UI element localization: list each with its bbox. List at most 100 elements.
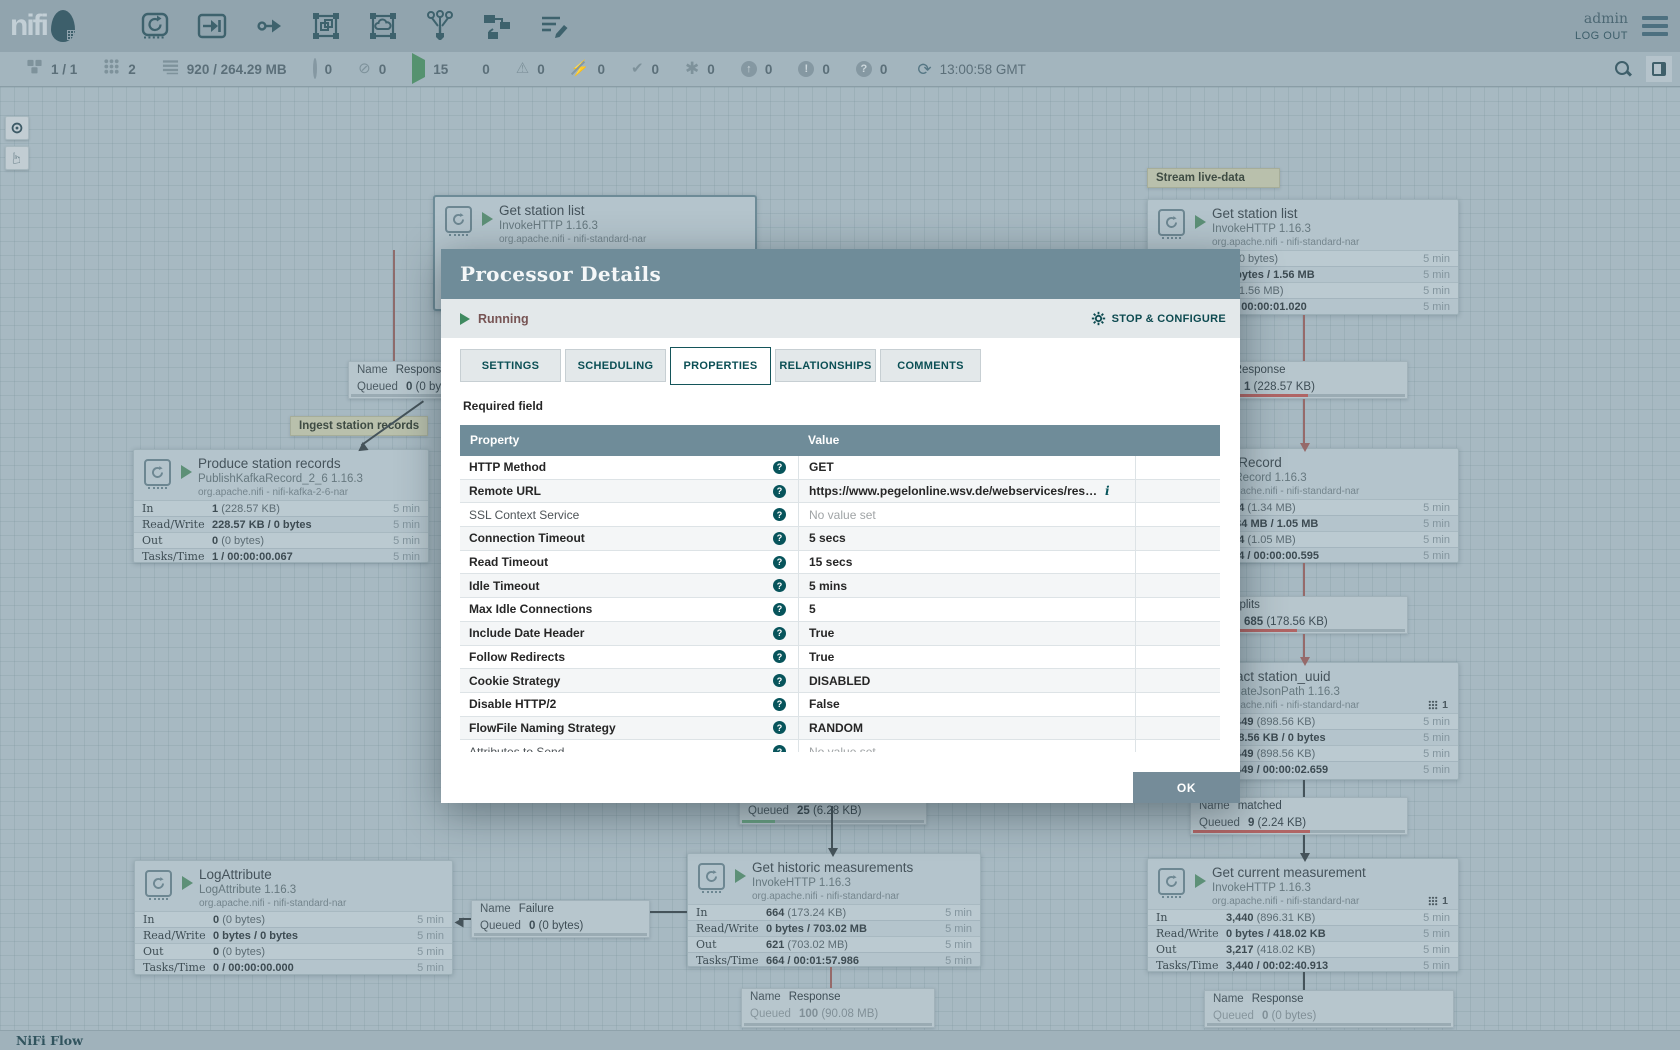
processor-get-historic-measurements[interactable]: Get historic measurementsInvokeHTTP 1.16… [687,853,981,967]
processor-type-icon [698,863,725,890]
help-icon[interactable]: ? [773,698,786,711]
status-count: 1 / 1 [51,62,77,77]
tab-settings[interactable]: SETTINGS [460,349,561,382]
connection-line[interactable] [1303,315,1305,361]
property-value[interactable]: No value set [809,508,876,522]
property-value[interactable]: No value set [809,745,876,752]
process-group-tool-icon[interactable] [309,9,343,43]
processor-bundle: org.apache.nifi - nifi-standard-nar [1212,896,1359,907]
canvas-label-ingest-station-records[interactable]: Ingest station records [290,416,428,436]
connection-line[interactable] [1303,399,1305,445]
help-icon[interactable]: ? [773,603,786,616]
running-state-icon [1195,215,1206,229]
connection-queued: Queued25 (6.28 KB) [740,803,926,820]
connection-name: NameResponse [1205,991,1453,1008]
tab-comments[interactable]: COMMENTS [880,349,981,382]
processor-name: Get station list [1212,206,1298,221]
app-header: nifi admin LOG OUT [0,0,1680,52]
remote-process-group-tool-icon[interactable] [366,9,400,43]
processor-get-current-measurement[interactable]: Get current measurementInvokeHTTP 1.16.3… [1147,858,1459,972]
property-value[interactable]: https://www.pegelonline.wsv.de/webservic… [809,484,1099,498]
refresh-icon[interactable]: ⟳ [917,61,931,78]
tab-relationships[interactable]: RELATIONSHIPS [775,349,876,382]
connection-line[interactable] [831,806,833,850]
property-value[interactable]: False [809,697,840,711]
processor-bundle: org.apache.nifi - nifi-standard-nar [752,891,899,902]
connection-line[interactable] [830,967,832,988]
processor-details-dialog: Processor Details Running STOP & CONFIGU… [441,249,1240,803]
help-icon[interactable]: ? [773,674,786,687]
stop-and-configure-button[interactable]: STOP & CONFIGURE [1091,311,1226,326]
tab-properties[interactable]: PROPERTIES [670,347,771,385]
property-row: Disable HTTP/2?False [460,693,1220,717]
global-menu-icon[interactable] [1642,16,1668,36]
input-port-tool-icon[interactable] [195,9,229,43]
row-spacer [1135,527,1220,550]
property-value[interactable]: True [809,626,834,640]
not-transmitting-icon: ⊘ [358,60,371,78]
property-name: FlowFile Naming Strategy [469,721,616,735]
property-value[interactable]: 5 [809,602,816,616]
help-icon[interactable]: ? [773,650,786,663]
processor-log-attribute[interactable]: LogAttributeLogAttribute 1.16.3org.apach… [134,860,453,975]
funnel-tool-icon[interactable] [423,9,457,43]
running-state-icon [482,212,493,226]
connection-line[interactable] [1303,563,1305,596]
status-count: 15 [433,62,448,77]
panel-toggle-button[interactable] [1646,56,1672,82]
help-icon[interactable]: ? [773,627,786,640]
output-port-tool-icon[interactable] [252,9,286,43]
status-sync-failure: ?0 [856,61,888,77]
processor-tool-icon[interactable] [138,9,172,43]
locally-modified-icon: ✱ [685,60,699,79]
help-icon[interactable]: ? [773,745,786,752]
sync-failure-icon: ? [856,61,872,77]
ok-button[interactable]: OK [1133,772,1240,803]
help-icon[interactable]: ? [773,508,786,521]
connection-line[interactable] [393,250,395,361]
property-value[interactable]: True [809,650,834,664]
status-count: 2 [128,62,136,77]
property-name: Max Idle Connections [469,602,592,616]
property-value[interactable]: 5 mins [809,579,847,593]
processor-bundle: org.apache.nifi - nifi-kafka-2-6-nar [198,487,348,498]
tasks-badge: 1 [1428,895,1448,907]
breadcrumb[interactable]: NiFi Flow [16,1033,83,1048]
connection-line[interactable] [1303,634,1305,659]
template-tool-icon[interactable] [480,9,514,43]
label-tool-icon[interactable] [537,9,571,43]
info-icon[interactable]: i [1105,484,1110,498]
value-column-header: Value [808,425,839,456]
property-value[interactable]: GET [809,460,834,474]
navigate-palette-button[interactable] [5,116,29,140]
row-spacer [1135,669,1220,692]
operate-palette-button[interactable]: ☞ [5,146,29,170]
property-value[interactable]: 15 secs [809,555,852,569]
connection-line[interactable] [1303,972,1305,990]
search-icon[interactable] [1614,60,1632,78]
logout-link[interactable]: LOG OUT [1575,30,1628,42]
connection-line[interactable] [1303,780,1305,797]
processor-produce-station-records[interactable]: Produce station recordsPublishKafkaRecor… [133,449,429,563]
connection-label-response-bottom-center[interactable]: NameResponseQueued100 (90.08 MB) [741,988,935,1028]
help-icon[interactable]: ? [773,579,786,592]
help-icon[interactable]: ? [773,485,786,498]
row-spacer [1135,646,1220,669]
help-icon[interactable]: ? [773,556,786,569]
help-icon[interactable]: ? [773,461,786,474]
property-name: Follow Redirects [469,650,565,664]
property-value[interactable]: DISABLED [809,674,870,688]
connection-line[interactable] [1303,835,1305,855]
connection-label-failure[interactable]: NameFailureQueued0 (0 bytes) [471,900,650,938]
help-icon[interactable]: ? [773,721,786,734]
tab-scheduling[interactable]: SCHEDULING [565,349,666,382]
canvas-label-stream-live-data[interactable]: Stream live-data [1147,168,1280,188]
stat-row-tt: Tasks/Time3,440 / 00:02:40.9135 min [1148,957,1458,973]
property-value[interactable]: RANDOM [809,721,863,735]
connection-line[interactable] [650,911,687,913]
help-icon[interactable]: ? [773,532,786,545]
connection-label-response-bottom-right[interactable]: NameResponseQueued0 (0 bytes) [1204,990,1454,1028]
property-value[interactable]: 5 secs [809,531,846,545]
processor-bundle: org.apache.nifi - nifi-standard-nar [499,234,646,245]
processor-name: Produce station records [198,456,341,471]
